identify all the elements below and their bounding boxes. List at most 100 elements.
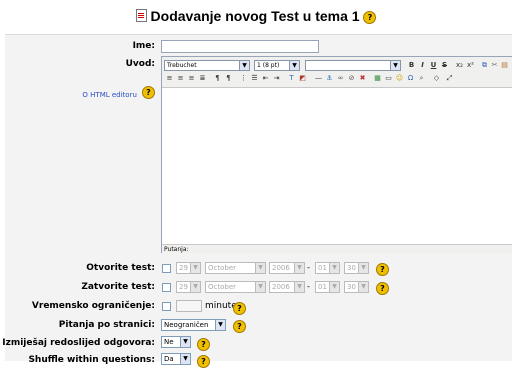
cut-icon[interactable]: ✂ (490, 61, 499, 70)
chevron-down-icon: ▼ (190, 263, 200, 273)
superscript-button[interactable]: x² (466, 61, 475, 70)
shuffle-within-value: Da (164, 355, 174, 363)
fullscreen-icon[interactable]: ⤢ (445, 74, 454, 83)
nolink-icon[interactable]: ✖ (358, 74, 367, 83)
help-icon[interactable]: ? (376, 263, 389, 276)
strike-button[interactable]: S (440, 61, 449, 70)
editor-status-bar: Putanja: (162, 244, 512, 253)
subscript-button[interactable]: x₂ (455, 61, 464, 70)
close-year-value: 2006 (272, 283, 290, 291)
open-day-select[interactable]: 29 ▼ (176, 262, 201, 274)
copy-icon[interactable]: ⧉ (480, 61, 489, 70)
html-editor-help[interactable]: O HTML editoru ? (40, 82, 155, 101)
close-day-value: 29 (179, 283, 188, 291)
align-left-icon[interactable]: ≡ (165, 74, 174, 83)
time-limit-checkbox[interactable] (162, 302, 171, 311)
intro-label: Uvod: (125, 59, 155, 69)
help-icon[interactable]: ? (142, 86, 155, 99)
special-char-icon[interactable]: Ω (406, 74, 415, 83)
close-date-checkbox[interactable] (162, 283, 171, 292)
html-source-icon[interactable]: ◇ (432, 74, 441, 83)
close-minute-select[interactable]: 30 ▼ (344, 281, 369, 293)
open-date-label: Otvorite test: (86, 263, 155, 273)
time-limit-label: Vremensko ograničenje: (31, 301, 155, 311)
open-month-value: October (208, 264, 237, 272)
anchor-icon[interactable]: ⚓ (325, 74, 334, 83)
underline-button[interactable]: U (429, 61, 438, 70)
shuffle-within-label: Shuffle within questions: (28, 355, 155, 365)
help-icon[interactable]: ? (197, 338, 210, 351)
chevron-down-icon: ▼ (215, 320, 225, 330)
close-month-value: October (208, 283, 237, 291)
chevron-down-icon: ▼ (390, 61, 400, 70)
search-replace-icon[interactable]: ⌕ (417, 74, 426, 83)
shuffle-within-select[interactable]: Da ▼ (161, 353, 191, 365)
editor-toolbar: Trebuchet ▼ 1 (8 pt) ▼ ▼ B I U S x₂ x² ⧉… (162, 57, 512, 88)
chevron-down-icon: ▼ (180, 354, 190, 364)
help-icon[interactable]: ? (197, 355, 210, 368)
close-hour-select[interactable]: 01 ▼ (315, 281, 340, 293)
close-year-select[interactable]: 2006 ▼ (269, 281, 305, 293)
ltr-icon[interactable]: ¶ (213, 74, 222, 83)
chevron-down-icon: ▼ (294, 282, 304, 292)
open-hour-select[interactable]: 01 ▼ (315, 262, 340, 274)
text-color-icon[interactable]: T (287, 74, 296, 83)
chevron-down-icon: ▼ (358, 282, 368, 292)
page-title-text: Dodavanje novog Test u tema 1 (150, 8, 360, 24)
paste-icon[interactable]: ▤ (500, 61, 509, 70)
open-month-select[interactable]: October ▼ (205, 262, 266, 274)
open-minute-select[interactable]: 30 ▼ (344, 262, 369, 274)
document-icon (135, 9, 147, 22)
shuffle-order-select[interactable]: Ne ▼ (161, 336, 191, 348)
page-title: Dodavanje novog Test u tema 1 ? (0, 8, 512, 24)
rtl-icon[interactable]: ¶ (224, 74, 233, 83)
name-label: Ime: (132, 41, 155, 51)
indent-icon[interactable]: ⇥ (272, 74, 281, 83)
open-hour-value: 01 (318, 264, 327, 272)
ordered-list-icon[interactable]: ⋮ (239, 74, 248, 83)
chevron-down-icon: ▼ (180, 337, 190, 347)
outdent-icon[interactable]: ⇤ (261, 74, 270, 83)
image-icon[interactable]: ▦ (373, 74, 382, 83)
bold-button[interactable]: B (407, 61, 416, 70)
status-path: Putanja: (164, 246, 189, 253)
smiley-icon[interactable]: ☺ (395, 74, 404, 83)
chevron-down-icon: ▼ (239, 61, 249, 70)
chevron-down-icon: ▼ (294, 263, 304, 273)
time-limit-input[interactable] (176, 300, 202, 312)
justify-icon[interactable]: ≣ (198, 74, 207, 83)
help-icon[interactable]: ? (363, 10, 377, 24)
help-icon[interactable]: ? (233, 320, 246, 333)
per-page-select[interactable]: Neograničen ▼ (161, 319, 226, 331)
help-icon[interactable]: ? (233, 302, 246, 315)
html-editor: Trebuchet ▼ 1 (8 pt) ▼ ▼ B I U S x₂ x² ⧉… (161, 56, 512, 253)
name-input[interactable] (161, 40, 319, 53)
link-icon[interactable]: ∞ (336, 74, 345, 83)
align-right-icon[interactable]: ≡ (187, 74, 196, 83)
html-editor-link[interactable]: O HTML editoru (82, 91, 136, 99)
time-limit-unit: minute (205, 301, 237, 311)
table-icon[interactable]: ▭ (384, 74, 393, 83)
background-color-icon[interactable]: ◩ (298, 74, 307, 83)
open-year-select[interactable]: 2006 ▼ (269, 262, 305, 274)
chevron-down-icon: ▼ (255, 263, 265, 273)
font-size-select[interactable]: 1 (8 pt) ▼ (254, 60, 300, 71)
chevron-down-icon: ▼ (329, 282, 339, 292)
horizontal-rule-icon[interactable]: — (314, 74, 323, 83)
shuffle-order-value: Ne (164, 338, 174, 346)
format-select[interactable]: ▼ (305, 60, 401, 71)
unlink-icon[interactable]: ⊘ (347, 74, 356, 83)
unordered-list-icon[interactable]: ☰ (250, 74, 259, 83)
dash-separator: - (307, 282, 310, 291)
italic-button[interactable]: I (418, 61, 427, 70)
chevron-down-icon: ▼ (190, 282, 200, 292)
help-icon[interactable]: ? (376, 282, 389, 295)
open-date-checkbox[interactable] (162, 264, 171, 273)
dash-separator: - (307, 263, 310, 272)
chevron-down-icon: ▼ (329, 263, 339, 273)
align-center-icon[interactable]: ≡ (176, 74, 185, 83)
font-size-value: 1 (8 pt) (257, 62, 280, 69)
close-day-select[interactable]: 29 ▼ (176, 281, 201, 293)
font-family-select[interactable]: Trebuchet ▼ (164, 60, 250, 71)
close-month-select[interactable]: October ▼ (205, 281, 266, 293)
